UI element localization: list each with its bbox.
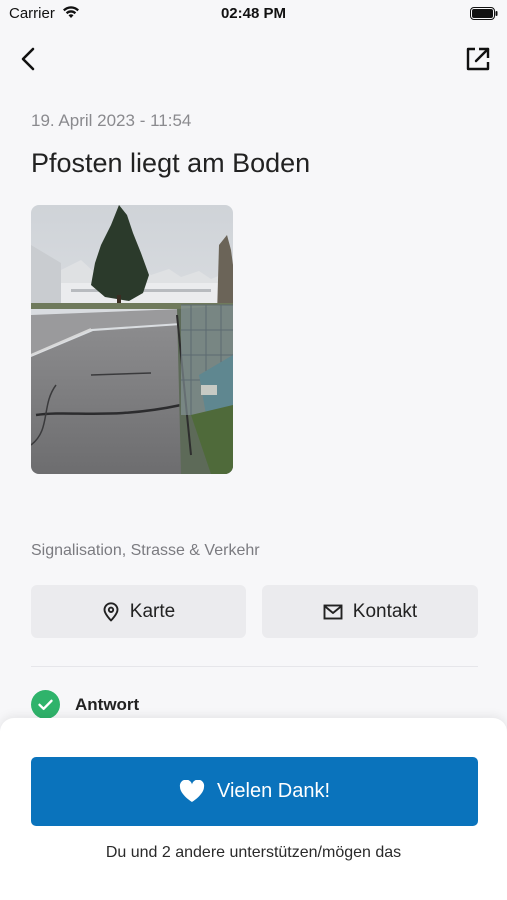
- map-button[interactable]: Karte: [31, 585, 246, 638]
- bottom-sheet: Vielen Dank! Du und 2 andere unterstütze…: [0, 718, 507, 900]
- report-title: Pfosten liegt am Boden: [31, 148, 311, 178]
- heart-icon: [179, 780, 205, 802]
- battery-icon: [470, 7, 498, 20]
- location-pin-icon: [103, 601, 119, 621]
- contact-button-label: Kontakt: [352, 600, 418, 622]
- support-count-text: Du und 2 andere unterstützen/mögen das: [105, 844, 402, 861]
- thanks-button-label: Vielen Dank!: [216, 780, 331, 802]
- report-category: Signalisation, Strasse & Verkehr: [31, 542, 260, 559]
- status-bar: Carrier 02:48 PM: [0, 0, 507, 30]
- answer-label: Antwort: [75, 694, 140, 714]
- external-link-icon[interactable]: [463, 44, 493, 74]
- report-date: 19. April 2023 - 11:54: [31, 111, 192, 130]
- answer-row[interactable]: Antwort: [31, 690, 139, 719]
- envelope-icon: [323, 604, 343, 619]
- report-photo[interactable]: [31, 205, 233, 474]
- back-chevron-icon[interactable]: [14, 44, 44, 74]
- divider: [31, 666, 478, 667]
- map-button-label: Karte: [129, 600, 176, 622]
- contact-button[interactable]: Kontakt: [262, 585, 478, 638]
- check-circle-icon: [31, 690, 60, 719]
- status-time: 02:48 PM: [220, 5, 287, 22]
- thanks-button[interactable]: Vielen Dank!: [31, 757, 478, 826]
